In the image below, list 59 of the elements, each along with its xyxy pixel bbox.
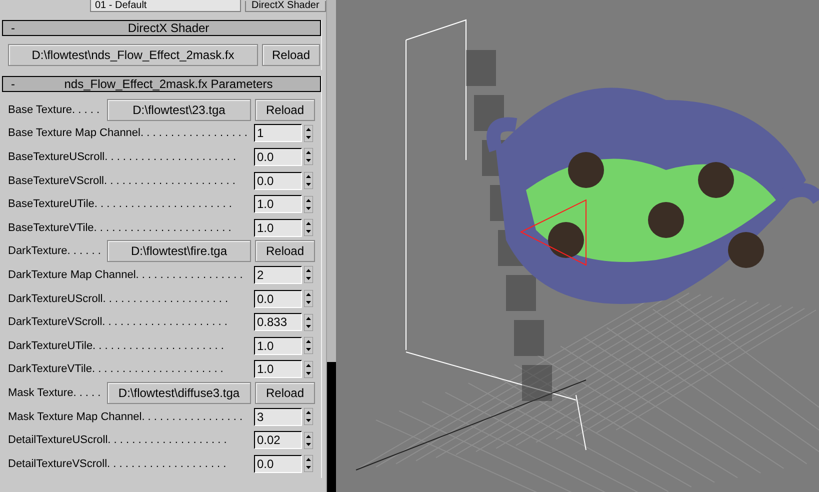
parameter-label: Mask Texture. . . . . [8,386,102,399]
spinner-arrows-icon[interactable] [304,337,313,354]
parameter-label: DarkTexture. . . . . . [8,245,102,258]
reload-button[interactable]: Reload [255,240,315,262]
spinner-arrows-icon[interactable] [304,290,313,308]
parameter-label: DarkTextureUTile. . . . . . . . . . . . . . . . . . . . . . [8,340,225,352]
number-field[interactable]: 0.02 [254,431,302,450]
parameter-label: BaseTextureUTile. . . . . . . . . . . . . . . . . . . . . . . [8,198,233,210]
parameter-label: BaseTextureVScroll. . . . . . . . . . . . . . . . . . . . . . [8,174,236,187]
number-field[interactable]: 3 [254,408,302,426]
spinner-arrows-icon[interactable] [304,314,313,331]
rollout-title: DirectX Shader [126,21,210,35]
parameter-label: DarkTextureVTile. . . . . . . . . . . . . . . . . . . . . . [8,363,224,376]
texture-file-button[interactable]: D:\flowtest\fire.tga [107,240,251,262]
parameter-label: DarkTextureVScroll. . . . . . . . . . . . . . . . . . . . . [8,316,228,328]
number-field[interactable]: 2 [254,266,302,284]
rollout-header[interactable]: - DirectX Shader [2,20,321,36]
reload-button[interactable]: Reload [255,382,315,404]
spinner-arrows-icon[interactable] [304,219,313,236]
spinner-arrows-icon[interactable] [304,148,313,166]
parameter-label: Base Texture. . . . . [8,104,101,116]
number-field[interactable]: 1.0 [254,218,302,237]
texture-file-button[interactable]: D:\flowtest\diffuse3.tga [107,382,251,404]
number-field[interactable]: 0.0 [254,148,302,166]
number-field[interactable]: 0.0 [254,290,302,308]
parameter-label: DetailTextureVScroll. . . . . . . . . . . . . . . . . . . . [8,458,228,470]
parameter-label: BaseTextureVTile. . . . . . . . . . . . . . . . . . . . . . . [8,222,232,234]
parameter-label: DarkTexture Map Channel. . . . . . . . . . . . . . . . . . [8,268,244,281]
rollout-header[interactable]: - nds_Flow_Effect_2mask.fx Parameters [2,76,321,92]
texture-file-button[interactable]: D:\flowtest\23.tga [107,98,251,121]
spinner-arrows-icon[interactable] [304,196,313,213]
parameter-label: DarkTextureUScroll. . . . . . . . . . . . . . . . . . . . . [8,292,230,305]
number-field[interactable]: 0.0 [254,172,302,190]
parameter-label: Mask Texture Map Channel. . . . . . . . . . . . . . . . . [8,410,244,423]
rollout-title: nds_Flow_Effect_2mask.fx Parameters [63,77,274,91]
material-dropdown[interactable]: 01 - Default [90,0,241,12]
spinner-arrows-icon[interactable] [304,360,313,378]
scrollbar[interactable] [326,0,336,492]
reload-button[interactable]: Reload [255,98,315,121]
spinner-arrows-icon[interactable] [304,124,313,142]
number-field[interactable]: 0.833 [254,313,302,332]
number-field[interactable]: 0.0 [254,454,302,473]
number-field[interactable]: 1.0 [254,360,302,378]
spinner-arrows-icon[interactable] [304,408,313,426]
collapse-toggle[interactable]: - [11,21,21,35]
spinner-arrows-icon[interactable] [304,455,313,472]
spinner-arrows-icon[interactable] [304,172,313,190]
parameter-label: BaseTextureUScroll. . . . . . . . . . . . . . . . . . . . . . [8,150,238,163]
number-field[interactable]: 1.0 [254,195,302,214]
parameter-label: DetailTextureUScroll. . . . . . . . . . . . . . . . . . . . [8,434,228,446]
shader-type-button[interactable]: DirectX Shader [244,1,326,12]
spinner-arrows-icon[interactable] [304,266,313,284]
number-field[interactable]: 1.0 [254,336,302,355]
collapse-toggle[interactable]: - [11,77,21,91]
reload-button[interactable]: Reload [262,44,320,66]
shader-file-button[interactable]: D:\flowtest\nds_Flow_Effect_2mask.fx [8,44,258,66]
spinner-arrows-icon[interactable] [304,432,313,449]
number-field[interactable]: 1 [254,124,302,142]
parameter-label: Base Texture Map Channel. . . . . . . . . . . . . . . . . . [8,127,246,140]
